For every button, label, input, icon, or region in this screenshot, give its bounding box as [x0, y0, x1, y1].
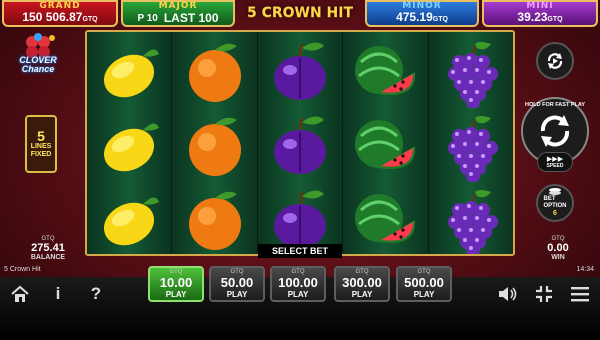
fast-forward-icon: ▶▶▶: [546, 155, 564, 163]
balance-display: GTQ 275.41 BALANCE: [13, 236, 83, 261]
bet-value: 300.00: [342, 275, 382, 290]
grapes-symbol: [447, 42, 498, 108]
grapes-symbol: [447, 116, 498, 182]
bet-button-2[interactable]: GTQ 50.00 PLAY: [209, 266, 265, 302]
bet-value: 100.00: [278, 275, 318, 290]
logo-line2: Chance: [21, 64, 55, 74]
win-label: WIN: [551, 254, 565, 261]
orange-symbol: [188, 43, 241, 102]
jackpot-mini: MINI 39.23GTQ: [482, 0, 598, 27]
jackpot-minor: MINOR 475.19GTQ: [365, 0, 479, 27]
win-display: GTQ 0.00 WIN: [523, 236, 593, 261]
lines-count: 5: [37, 128, 45, 144]
help-icon[interactable]: ?: [83, 283, 109, 305]
jackpot-major: MAJOR P 10 LAST 100: [121, 0, 235, 27]
reel-5: [428, 32, 513, 254]
bet-value: 500.00: [404, 275, 444, 290]
bet-value: 10.00: [159, 275, 193, 290]
autoplay-button[interactable]: [536, 42, 574, 80]
plum-symbol: [274, 116, 327, 174]
bet-button-1[interactable]: GTQ 10.00 PLAY: [148, 266, 204, 302]
orange-symbol: [188, 117, 241, 176]
bet-button-3[interactable]: GTQ 100.00 PLAY: [270, 266, 326, 302]
menu-icon[interactable]: [567, 283, 593, 305]
fullscreen-icon[interactable]: [531, 283, 557, 305]
speed-button[interactable]: ▶▶▶ SPEED: [537, 152, 573, 172]
balance-value: 275.41: [31, 242, 65, 254]
lemon-symbol: [104, 49, 160, 98]
jackpot-major-value: P 10 LAST 100: [137, 11, 219, 25]
bet-option-button[interactable]: BET OPTION 6: [536, 184, 574, 222]
lemon-symbol: [104, 197, 160, 246]
bet-play-label: PLAY: [351, 290, 373, 299]
clover-chance-logo: CLOVER Chance: [8, 32, 68, 78]
balance-label: BALANCE: [30, 254, 66, 261]
jackpot-grand-value: 150 506.87GTQ: [22, 9, 98, 24]
grapes-symbol: [447, 190, 498, 254]
reel-4: [343, 32, 429, 254]
reel-2: [172, 32, 258, 254]
bet-play-label: PLAY: [287, 290, 309, 299]
jackpot-grand: GRAND 150 506.87GTQ: [2, 0, 118, 27]
autoplay-icon: [547, 53, 563, 69]
bet-option-label: BET OPTION: [543, 196, 567, 209]
bet-play-label: PLAY: [226, 290, 248, 299]
plum-symbol: [274, 42, 327, 100]
sound-icon[interactable]: [495, 283, 521, 305]
watermelon-symbol: [355, 194, 416, 244]
game-title: 5 CROWN HIT: [246, 5, 354, 21]
spin-icon: [540, 115, 570, 147]
watermelon-symbol: [355, 46, 416, 96]
jackpot-minor-value: 475.19GTQ: [396, 9, 448, 24]
bet-button-4[interactable]: GTQ 300.00 PLAY: [334, 266, 390, 302]
bet-value: 50.00: [220, 275, 254, 290]
bet-option-value: 6: [553, 210, 557, 217]
bet-button-5[interactable]: GTQ 500.00 PLAY: [396, 266, 452, 302]
hold-for-fast-play-text: HOLD FOR FAST PLAY: [525, 102, 585, 108]
reel-3: [257, 32, 344, 254]
game-name: 5 Crown Hit: [4, 266, 41, 273]
jackpot-mini-value: 39.23GTQ: [517, 9, 563, 24]
clock: 14:34: [576, 266, 594, 273]
speed-label: SPEED: [546, 162, 564, 169]
bet-play-label: PLAY: [165, 290, 187, 299]
coin-stack-icon: [549, 188, 561, 195]
lines-label: LINES FIXED: [30, 143, 52, 158]
jackpot-major-title: MAJOR: [158, 1, 198, 11]
bet-play-label: PLAY: [413, 290, 435, 299]
reels-area: [85, 30, 515, 256]
home-icon[interactable]: [7, 283, 33, 305]
select-bet-label: SELECT BET: [258, 244, 342, 258]
reel-1: [87, 32, 173, 254]
lemon-symbol: [104, 123, 160, 172]
orange-symbol: [188, 191, 241, 250]
win-value: 0.00: [547, 242, 569, 254]
watermelon-symbol: [355, 120, 416, 170]
info-icon[interactable]: i: [45, 283, 71, 305]
lines-fixed-badge: 5 LINES FIXED: [25, 115, 57, 173]
